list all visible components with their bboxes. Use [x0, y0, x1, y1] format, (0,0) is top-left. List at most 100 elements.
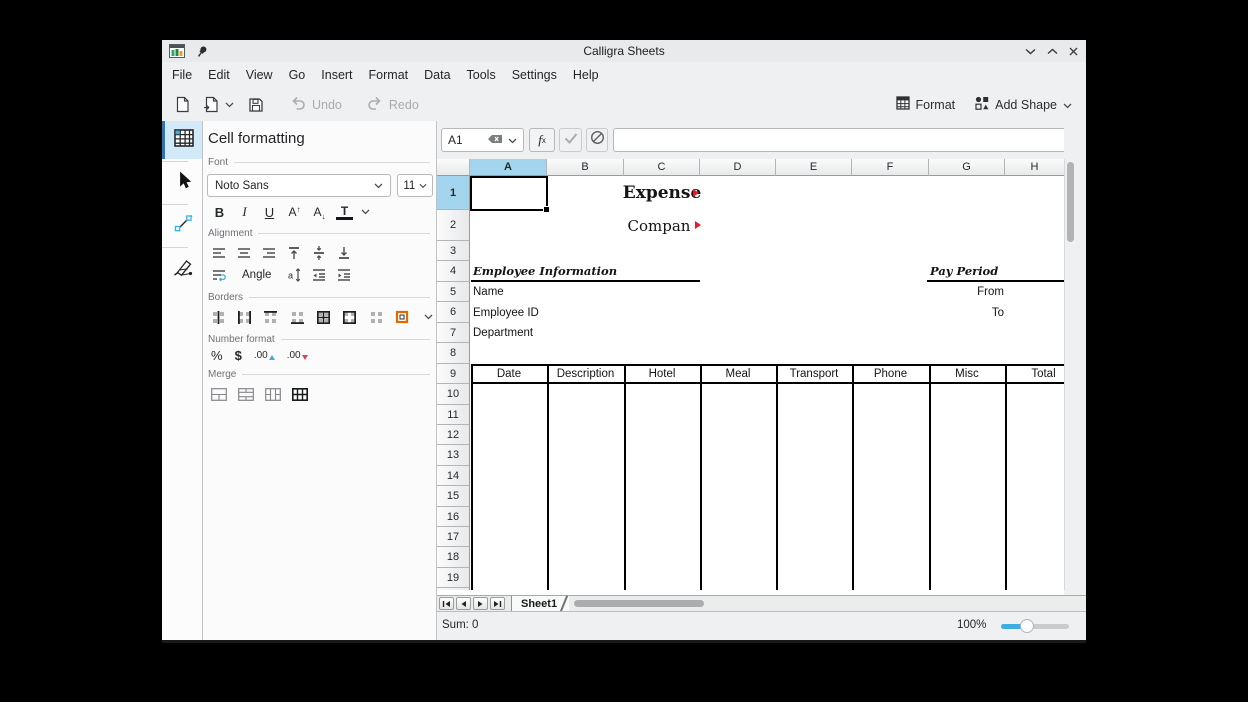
- row-header-9[interactable]: 9: [437, 364, 470, 384]
- wrap-text-icon[interactable]: [211, 267, 227, 283]
- zoom-slider[interactable]: [1001, 624, 1069, 629]
- row-header-12[interactable]: 12: [437, 425, 470, 445]
- column-header-G[interactable]: G: [929, 159, 1005, 176]
- menu-edit[interactable]: Edit: [201, 64, 237, 86]
- cell-tool-button[interactable]: [162, 121, 202, 159]
- subscript-button[interactable]: A↓: [311, 205, 328, 219]
- row-header-20-partial[interactable]: [437, 588, 470, 590]
- row-header-15[interactable]: 15: [437, 486, 470, 507]
- align-right-icon[interactable]: [261, 245, 277, 261]
- cell-pay-period[interactable]: Pay Period: [927, 261, 1064, 282]
- cell-from-label[interactable]: From: [929, 282, 1004, 302]
- new-document-button[interactable]: [175, 96, 190, 113]
- vertical-scrollbar-thumb[interactable]: [1067, 162, 1074, 242]
- cancel-formula-button[interactable]: [586, 128, 608, 152]
- column-header-B[interactable]: B: [547, 159, 624, 176]
- cell-header-hotel[interactable]: Hotel: [624, 366, 700, 382]
- cell-employee-information[interactable]: Employee Information: [471, 261, 700, 282]
- merge-cells-icon[interactable]: [211, 386, 227, 402]
- borders-chevron-icon[interactable]: [422, 309, 436, 325]
- text-color-button[interactable]: T: [336, 205, 353, 220]
- formula-input[interactable]: [613, 128, 1074, 152]
- row-header-6[interactable]: 6: [437, 302, 470, 323]
- superscript-button[interactable]: A↑: [286, 205, 303, 219]
- save-button[interactable]: [249, 98, 263, 112]
- undo-button[interactable]: Undo: [290, 96, 342, 113]
- previous-sheet-button[interactable]: [456, 597, 471, 610]
- column-header-D[interactable]: D: [700, 159, 776, 176]
- accept-formula-button[interactable]: [559, 128, 582, 152]
- row-header-1[interactable]: 1: [437, 176, 470, 210]
- align-center-icon[interactable]: [236, 245, 252, 261]
- open-document-button[interactable]: [203, 96, 219, 113]
- angle-button[interactable]: Angle: [236, 269, 277, 281]
- vertical-text-icon[interactable]: a: [286, 267, 302, 283]
- row-header-17[interactable]: 17: [437, 527, 470, 547]
- menu-format[interactable]: Format: [362, 64, 416, 86]
- underline-button[interactable]: U: [261, 205, 278, 220]
- row-header-14[interactable]: 14: [437, 466, 470, 486]
- last-sheet-button[interactable]: [490, 597, 505, 610]
- expense-table[interactable]: Date Description Hotel Meal Transport Ph…: [471, 364, 1064, 590]
- cell-reference-box[interactable]: A1: [441, 128, 524, 152]
- cell-header-transport[interactable]: Transport: [776, 366, 852, 382]
- row-header-8[interactable]: 8: [437, 343, 470, 364]
- decrease-precision-button[interactable]: .00: [287, 350, 308, 361]
- row-header-3[interactable]: 3: [437, 241, 470, 261]
- vertical-scrollbar[interactable]: [1064, 159, 1076, 590]
- cell-header-meal[interactable]: Meal: [700, 366, 776, 382]
- currency-format-button[interactable]: $: [235, 348, 242, 363]
- row-header-13[interactable]: 13: [437, 445, 470, 466]
- redo-button[interactable]: Redo: [367, 96, 419, 113]
- font-family-select[interactable]: Noto Sans: [207, 174, 391, 197]
- cell-title-expense[interactable]: Expense: [624, 176, 700, 210]
- font-size-select[interactable]: 11: [397, 174, 433, 197]
- maximize-icon[interactable]: [1047, 48, 1058, 55]
- zoom-slider-handle[interactable]: [1020, 619, 1034, 633]
- bold-button[interactable]: B: [211, 205, 228, 220]
- format-button[interactable]: Format: [896, 96, 956, 113]
- row-header-16[interactable]: 16: [437, 507, 470, 527]
- selection-tool-button[interactable]: [162, 164, 202, 202]
- horizontal-scrollbar-thumb[interactable]: [574, 600, 704, 607]
- merge-vertical-icon[interactable]: [265, 386, 281, 402]
- cell-header-misc[interactable]: Misc: [929, 366, 1005, 382]
- border-color-swatch[interactable]: [395, 309, 409, 325]
- unmerge-cells-icon[interactable]: [292, 386, 308, 402]
- cell-employee-id-label[interactable]: Employee ID: [473, 302, 573, 323]
- merge-horizontal-icon[interactable]: [238, 386, 254, 402]
- align-bottom-icon[interactable]: [336, 245, 352, 261]
- column-header-E[interactable]: E: [776, 159, 852, 176]
- menu-file[interactable]: File: [165, 64, 199, 86]
- sheet-tab[interactable]: Sheet1: [511, 596, 569, 612]
- row-header-5[interactable]: 5: [437, 282, 470, 302]
- select-all-corner[interactable]: [437, 159, 470, 176]
- add-shape-button[interactable]: Add Shape: [975, 96, 1072, 113]
- menu-tools[interactable]: Tools: [460, 64, 503, 86]
- cell-department-label[interactable]: Department: [473, 323, 573, 343]
- close-icon[interactable]: [1069, 47, 1078, 56]
- menu-view[interactable]: View: [239, 64, 280, 86]
- minimize-icon[interactable]: [1025, 48, 1036, 55]
- cell-header-description[interactable]: Description: [547, 366, 624, 382]
- border-bottom-icon[interactable]: [290, 309, 304, 325]
- border-top-icon[interactable]: [264, 309, 278, 325]
- connector-tool-button[interactable]: [162, 207, 202, 245]
- column-header-A[interactable]: A: [470, 159, 547, 176]
- function-button[interactable]: fx: [529, 128, 555, 152]
- cell-header-phone[interactable]: Phone: [852, 366, 929, 382]
- cell-to-label[interactable]: To: [929, 302, 1004, 323]
- formula-input-field[interactable]: [620, 133, 1067, 147]
- cell-name-label[interactable]: Name: [473, 282, 573, 302]
- column-header-F[interactable]: F: [852, 159, 929, 176]
- menu-data[interactable]: Data: [417, 64, 457, 86]
- align-top-icon[interactable]: [286, 245, 302, 261]
- clear-reference-icon[interactable]: [487, 133, 503, 147]
- row-header-7[interactable]: 7: [437, 323, 470, 343]
- border-none-icon[interactable]: [369, 309, 383, 325]
- align-vcenter-icon[interactable]: [311, 245, 327, 261]
- text-color-chevron-icon[interactable]: [361, 206, 370, 218]
- increase-precision-button[interactable]: .00: [254, 350, 275, 361]
- border-all-icon[interactable]: [316, 309, 330, 325]
- menu-insert[interactable]: Insert: [314, 64, 359, 86]
